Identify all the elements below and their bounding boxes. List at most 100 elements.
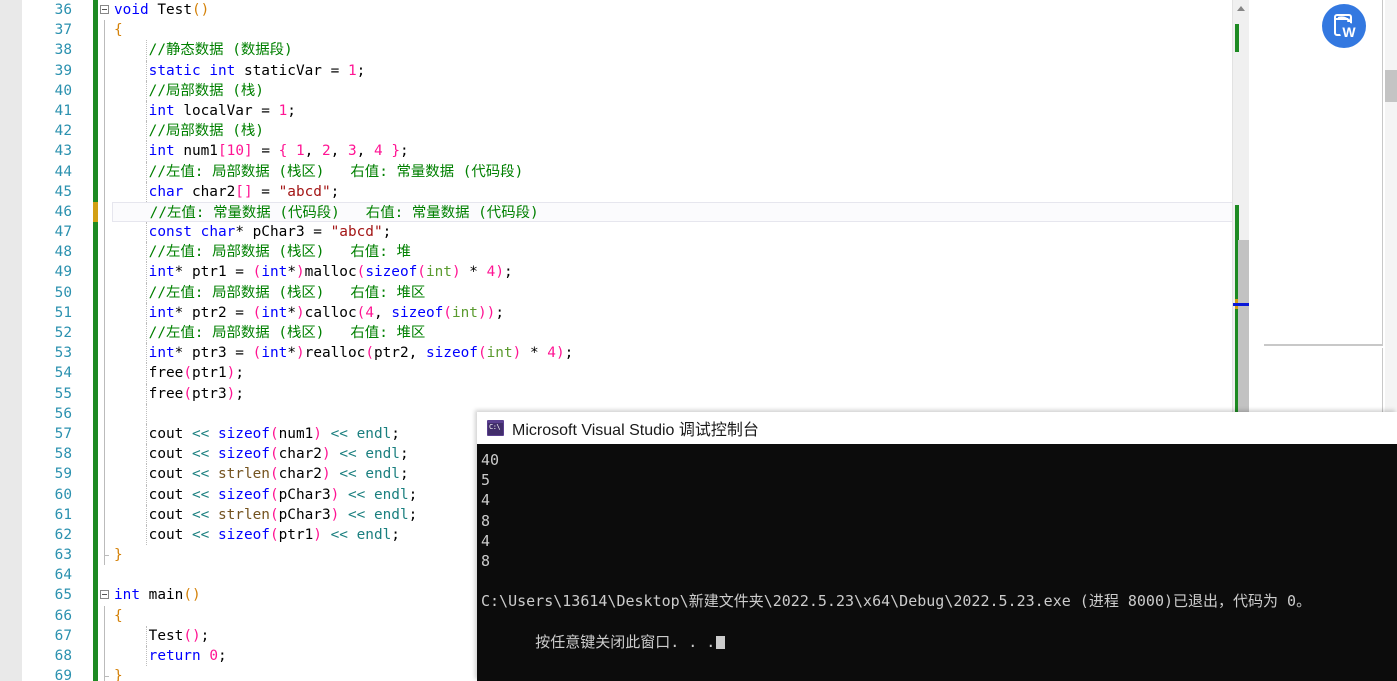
code-token: =	[252, 183, 279, 200]
code-line[interactable]: 38 //静态数据 (数据段)	[0, 40, 1243, 61]
code-text: }	[114, 666, 123, 681]
code-token: <<	[330, 526, 348, 543]
code-token: (	[269, 425, 279, 442]
line-number: 40	[54, 82, 72, 99]
console-output-values: 40 5 4 8 4 8	[481, 450, 1397, 571]
line-number: 55	[54, 385, 72, 402]
line-number: 36	[54, 2, 72, 18]
line-change-marker	[93, 464, 98, 485]
code-line[interactable]: 42 //局部数据 (栈)	[0, 121, 1243, 142]
code-line[interactable]: 48 //左值: 局部数据 (栈区) 右值: 堆	[0, 242, 1243, 263]
code-token: (	[252, 264, 262, 281]
fold-guide-line	[104, 121, 105, 142]
code-token: strlen	[217, 466, 270, 483]
line-number: 53	[54, 345, 72, 362]
code-line[interactable]: 45 char char2[] = "abcd";	[0, 181, 1243, 202]
code-line[interactable]: 44 //左值: 局部数据 (栈区) 右值: 常量数据 (代码段)	[0, 161, 1243, 182]
code-token: ,	[408, 345, 426, 362]
code-line[interactable]: 46 //左值: 常量数据 (代码段) 右值: 常量数据 (代码段)	[0, 201, 1243, 223]
code-token: (	[269, 526, 279, 543]
console-title-bar[interactable]: C:\ Microsoft Visual Studio 调试控制台	[477, 412, 1397, 444]
fold-guide-line	[104, 646, 105, 667]
code-token: (	[252, 345, 262, 362]
code-line[interactable]: 54 free(ptr1);	[0, 363, 1243, 384]
console-output-area[interactable]: 40 5 4 8 4 8 C:\Users\13614\Desktop\新建文件夹\202…	[477, 444, 1397, 681]
line-number: 68	[54, 648, 72, 664]
code-token: ,	[373, 304, 392, 321]
code-token: 1	[278, 102, 288, 119]
code-text: cout << sizeof(ptr1) << endl;	[114, 525, 400, 545]
fold-collapse-icon[interactable]	[100, 5, 109, 14]
console-output-line: 4	[481, 491, 491, 510]
fold-guide-line	[104, 181, 105, 202]
code-token: )	[226, 385, 236, 402]
code-token: ;	[400, 143, 409, 160]
console-exit-message: C:\Users\13614\Desktop\新建文件夹\2022.5.23\x…	[481, 592, 1312, 611]
page-scrollbar-thumb[interactable]	[1385, 70, 1397, 102]
code-text: free(ptr1);	[114, 363, 244, 383]
code-line[interactable]: 41 int localVar = 1;	[0, 100, 1243, 122]
line-number: 60	[54, 486, 72, 503]
code-token: )	[191, 627, 201, 644]
code-text: int* ptr2 = (int*)calloc(4, sizeof(int))…	[114, 303, 504, 323]
line-number: 44	[54, 163, 72, 180]
code-line[interactable]: 55 free(ptr3);	[0, 383, 1243, 404]
fold-guide-line	[104, 302, 105, 323]
code-token: char2	[278, 466, 322, 483]
code-text-container: //左值: 局部数据 (栈区) 右值: 常量数据 (代码段)	[112, 162, 1233, 182]
code-token: calloc	[304, 304, 357, 321]
code-token: 0	[209, 648, 218, 664]
code-text-container: free(ptr1);	[112, 363, 1233, 383]
code-token: }	[114, 668, 123, 681]
line-number: 66	[54, 607, 72, 624]
code-token: ;	[235, 385, 244, 402]
code-line[interactable]: 50 //左值: 局部数据 (栈区) 右值: 堆区	[0, 282, 1243, 303]
code-token: int	[261, 304, 288, 321]
code-line[interactable]: 37 {	[0, 20, 1243, 41]
line-change-marker	[93, 161, 98, 182]
debug-console-window[interactable]: C:\ Microsoft Visual Studio 调试控制台 40 5 4 8 4…	[477, 412, 1397, 681]
line-change-marker	[93, 343, 98, 364]
code-token: sizeof	[217, 526, 270, 543]
code-text: {	[114, 20, 123, 40]
code-token: }	[391, 143, 401, 160]
svg-text:W: W	[1342, 24, 1356, 40]
code-token: //左值: 常量数据 (代码段) 右值: 常量数据 (代码段)	[115, 204, 539, 221]
line-change-marker	[93, 383, 98, 404]
scroll-up-arrow-icon[interactable]	[1233, 0, 1250, 17]
code-line[interactable]: 52 //左值: 局部数据 (栈区) 右值: 堆区	[0, 323, 1243, 344]
code-token: "abcd"	[330, 224, 383, 241]
code-token: [	[217, 143, 227, 160]
code-token: ;	[200, 627, 210, 644]
code-line[interactable]: 51 int* ptr2 = (int*)calloc(4, sizeof(in…	[0, 302, 1243, 323]
code-token: endl	[356, 526, 392, 543]
code-token: ;	[495, 304, 504, 321]
line-change-marker	[93, 262, 98, 283]
code-token: sizeof	[217, 446, 270, 463]
code-line[interactable]: 43 int num1[10] = { 1, 2, 3, 4 };	[0, 141, 1243, 162]
code-line[interactable]: 36 void Test()	[0, 0, 1243, 21]
code-token: )	[495, 264, 504, 281]
word-export-icon[interactable]: W	[1322, 4, 1366, 48]
fold-guide-line	[104, 504, 105, 525]
code-line[interactable]: 40 //局部数据 (栈)	[0, 80, 1243, 101]
code-token: ,	[330, 143, 348, 160]
code-line[interactable]: 39 static int staticVar = 1;	[0, 60, 1243, 81]
code-text-container: //左值: 局部数据 (栈区) 右值: 堆区	[112, 283, 1233, 303]
code-line[interactable]: 47 const char* pChar3 = "abcd";	[0, 222, 1243, 243]
fold-collapse-icon[interactable]	[100, 590, 109, 600]
code-token: ]	[243, 143, 253, 160]
code-token: <<	[191, 486, 210, 503]
code-text: //静态数据 (数据段)	[114, 40, 293, 60]
code-token: )	[226, 365, 236, 382]
code-line[interactable]: 49 int* ptr1 = (int*)malloc(sizeof(int) …	[0, 262, 1243, 283]
code-token: pChar3	[278, 506, 331, 523]
code-line[interactable]: 53 int* ptr3 = (int*)realloc(ptr2, sizeo…	[0, 343, 1243, 364]
